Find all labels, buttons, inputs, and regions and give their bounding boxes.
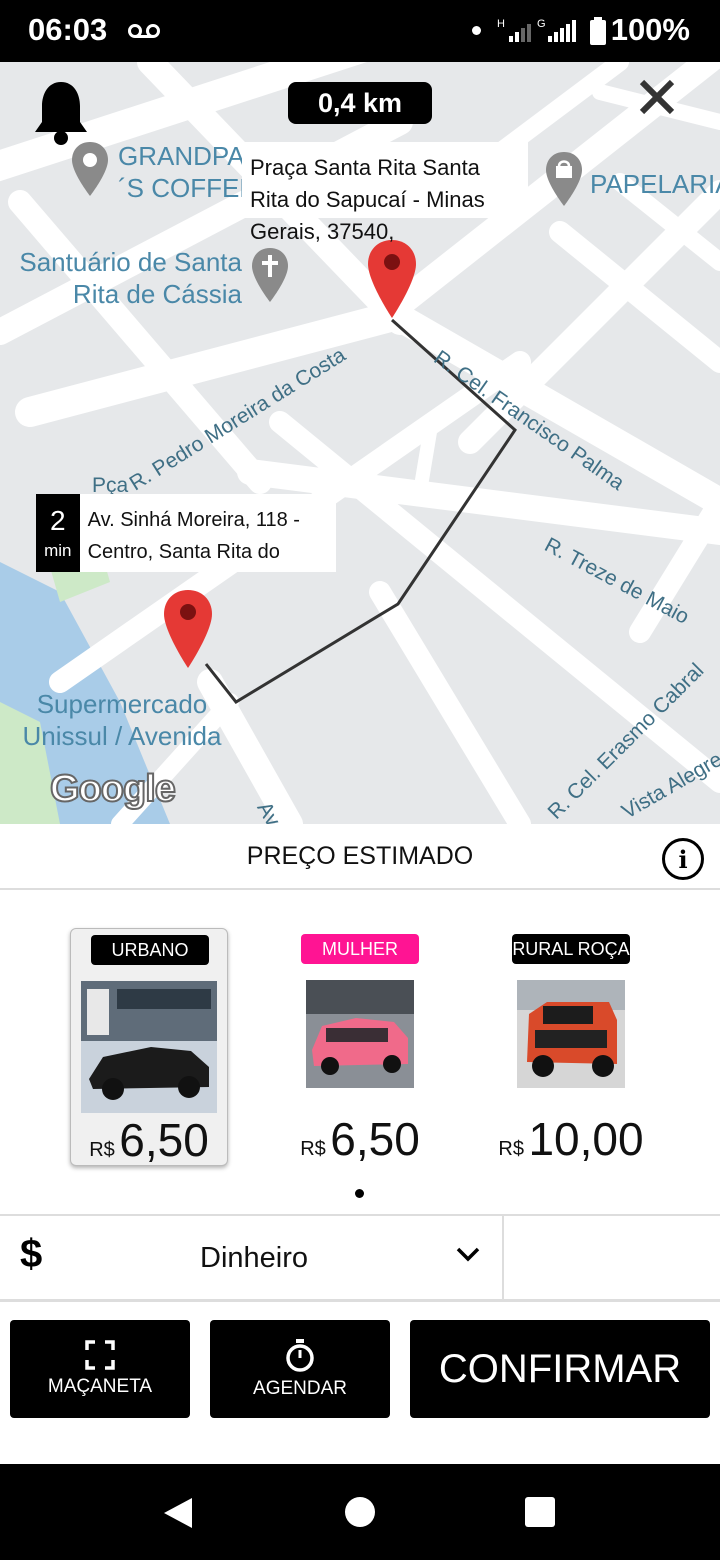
status-bar: 06:03 H G 100% bbox=[0, 0, 720, 62]
vehicle-card-urbano[interactable]: URBANO R$ 6,50 bbox=[70, 928, 228, 1166]
confirm-button-label: CONFIRMAR bbox=[438, 1346, 682, 1391]
vehicle-photo-pink-suv bbox=[306, 980, 414, 1088]
place-label-coffee: GRANDPA ´S COFFEE bbox=[118, 141, 257, 203]
google-logo: Google bbox=[49, 767, 177, 811]
price-value: 6,50 bbox=[330, 1113, 420, 1165]
home-icon[interactable] bbox=[345, 1497, 375, 1527]
recents-icon[interactable] bbox=[525, 1497, 555, 1527]
vehicle-badge: RURAL ROÇA bbox=[512, 934, 630, 964]
info-icon[interactable]: i bbox=[662, 838, 704, 880]
distance-pill: 0,4 km bbox=[288, 82, 432, 124]
carousel-page-indicator bbox=[355, 1189, 364, 1198]
dollar-icon: $ bbox=[20, 1232, 43, 1276]
vehicle-price: R$ 10,00 bbox=[492, 1112, 650, 1166]
map-view[interactable]: GRANDPA ´S COFFEE Santuário de Santa Rita … bbox=[0, 62, 720, 824]
currency-symbol: R$ bbox=[300, 1138, 326, 1160]
schedule-button-label: AGENDAR bbox=[253, 1378, 347, 1399]
handle-button-label: MAÇANETA bbox=[47, 1376, 153, 1397]
price-value: 10,00 bbox=[528, 1113, 644, 1165]
coffee-place-pin-icon bbox=[72, 142, 108, 196]
place-label-market: Supermercado Unissul / Avenida bbox=[22, 689, 222, 751]
payment-divider bbox=[502, 1216, 504, 1302]
origin-address: Av. Sinhá Moreira, 118 - Centro, Santa R… bbox=[87, 509, 300, 563]
bell-icon[interactable] bbox=[32, 78, 90, 146]
back-icon[interactable] bbox=[162, 1496, 194, 1530]
vehicle-card-mulher[interactable]: MULHER R$ 6,50 bbox=[281, 928, 439, 1166]
shop-pin-icon bbox=[546, 152, 582, 206]
place-label-church: Santuário de Santa Rita de Cássia bbox=[19, 247, 242, 309]
currency-symbol: R$ bbox=[498, 1138, 524, 1160]
eta-unit: min bbox=[44, 541, 72, 560]
vehicle-card-rural-roca[interactable]: RURAL ROÇA R$ 10,00 bbox=[492, 928, 650, 1166]
origin-address-callout[interactable]: 2 min Av. Sinhá Moreira, 118 - Centro, S… bbox=[36, 494, 336, 572]
status-time: 06:03 bbox=[28, 12, 108, 47]
stopwatch-icon bbox=[286, 1339, 314, 1372]
payment-method-label: Dinheiro bbox=[200, 1242, 308, 1274]
battery-percent: 100% bbox=[610, 12, 690, 47]
signal-sim2-icon bbox=[548, 20, 576, 42]
destination-address-callout[interactable]: Praça Santa Rita Santa Rita do Sapucaí -… bbox=[242, 142, 528, 244]
network-type-h: H bbox=[497, 18, 505, 30]
schedule-button[interactable]: AGENDAR bbox=[210, 1320, 390, 1418]
vehicle-badge: URBANO bbox=[91, 935, 209, 965]
network-type-g: G bbox=[537, 18, 546, 30]
battery-icon bbox=[590, 17, 606, 45]
close-icon[interactable] bbox=[638, 78, 676, 116]
expand-icon bbox=[85, 1340, 115, 1370]
notification-dot-icon bbox=[472, 26, 481, 35]
vehicle-price: R$ 6,50 bbox=[71, 1113, 227, 1167]
vehicle-badge: MULHER bbox=[301, 934, 419, 964]
vehicle-photo-offroad-jeep bbox=[517, 980, 625, 1088]
church-pin-icon bbox=[252, 248, 288, 302]
destination-pin-icon[interactable] bbox=[366, 238, 418, 320]
eta-box: 2 min bbox=[36, 494, 80, 572]
price-value: 6,50 bbox=[119, 1114, 209, 1166]
origin-pin-icon[interactable] bbox=[162, 588, 214, 670]
payment-method-row[interactable]: $ Dinheiro bbox=[0, 1214, 720, 1302]
handle-button[interactable]: MAÇANETA bbox=[10, 1320, 190, 1418]
voicemail-icon bbox=[128, 24, 160, 38]
price-section-title: PREÇO ESTIMADO bbox=[0, 824, 720, 890]
vehicle-price: R$ 6,50 bbox=[281, 1112, 439, 1166]
vehicle-photo-sports-car bbox=[81, 981, 217, 1113]
place-label-stationery: PAPELARIA bbox=[590, 169, 720, 199]
system-nav-bar bbox=[0, 1464, 720, 1560]
chevron-down-icon[interactable] bbox=[456, 1246, 480, 1262]
confirm-button[interactable]: CONFIRMAR bbox=[410, 1320, 710, 1418]
currency-symbol: R$ bbox=[89, 1139, 115, 1161]
eta-value: 2 bbox=[50, 505, 66, 536]
